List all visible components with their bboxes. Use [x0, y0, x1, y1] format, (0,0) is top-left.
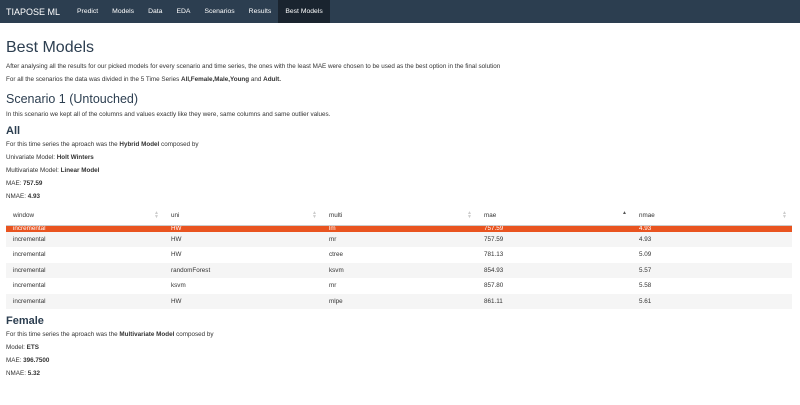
- cell-mae: 857.80: [484, 282, 504, 290]
- table-row[interactable]: incremental randomForest ksvm 854.93 5.5…: [6, 262, 792, 278]
- column-header-uni[interactable]: uni ▲ ▼: [164, 206, 322, 226]
- nmae-value: 4.93: [27, 193, 40, 200]
- results-table: window ▲ ▼ uni ▲ ▼ multi ▲ ▼ mae ▲ nmae ▲ ▼ incre…: [6, 206, 792, 309]
- table-row[interactable]: incremental HW mr 757.59 4.93: [6, 231, 792, 247]
- scenario1-title: Scenario 1 (Untouched): [6, 92, 139, 106]
- main-content: Best Models After analysing all the resu…: [0, 39, 800, 378]
- series-names: All,Female,Male,Young: [181, 76, 250, 83]
- nav-item-models[interactable]: Models: [105, 0, 141, 23]
- model-value: ETS: [26, 344, 39, 351]
- female-mae: MAE: 396.7500: [6, 357, 794, 365]
- all-approach-model: Hybrid Model: [119, 141, 160, 148]
- female-title: Female: [6, 315, 44, 327]
- column-header-nmae[interactable]: nmae ▲ ▼: [632, 206, 792, 226]
- cell-window: incremental: [13, 282, 46, 290]
- column-header-mae[interactable]: mae ▲: [477, 206, 632, 226]
- column-header-window[interactable]: window ▲ ▼: [6, 206, 164, 226]
- model-label: Model:: [6, 344, 27, 351]
- all-univariate: Univariate Model: Holt Winters: [6, 154, 794, 162]
- cell-uni: randomForest: [164, 262, 322, 278]
- female-nmae: NMAE: 5.32: [6, 370, 794, 378]
- cell-multi: ksvm: [322, 262, 477, 278]
- sort-icon: ▲ ▼: [467, 210, 472, 220]
- cell-nmae: 5.57: [632, 262, 792, 278]
- cell-uni: HW: [164, 231, 322, 247]
- cell-uni: HW: [171, 251, 182, 259]
- series-intro-prefix: For all the scenarios the data was divid…: [6, 76, 182, 83]
- page-title: Best Models: [6, 39, 95, 56]
- female-approach-model: Multivariate Model: [119, 331, 175, 338]
- cell-window: incremental: [13, 251, 46, 259]
- cell-nmae: 5.58: [639, 282, 652, 290]
- cell-multi: ctree: [329, 251, 343, 259]
- mae-value: 396.7500: [23, 357, 50, 364]
- all-approach: For this time series the aproach was the…: [6, 141, 794, 149]
- navbar: TIAPOSE ML Predict Models Data EDA Scena…: [0, 0, 800, 23]
- nav-item-scenarios[interactable]: Scenarios: [197, 0, 241, 23]
- cell-nmae: 4.93: [632, 231, 792, 247]
- cell-window: incremental: [6, 293, 164, 309]
- cell-mae: 781.13: [484, 251, 504, 259]
- cell-multi: mr: [322, 231, 477, 247]
- nav-item-predict[interactable]: Predict: [70, 0, 105, 23]
- univariate-label: Univariate Model:: [6, 154, 57, 161]
- nmae-value: 5.32: [27, 370, 40, 377]
- cell-mae: 757.59: [477, 231, 632, 247]
- all-mae: MAE: 757.59: [6, 180, 794, 188]
- series-last: Adult.: [263, 76, 281, 83]
- mae-value: 757.59: [23, 180, 43, 187]
- univariate-value: Holt Winters: [56, 154, 94, 161]
- brand[interactable]: TIAPOSE ML: [0, 7, 70, 17]
- all-nmae: NMAE: 4.93: [6, 193, 794, 201]
- cell-multi: mlpe: [322, 293, 477, 309]
- multivariate-value: Linear Model: [60, 167, 100, 174]
- cell-uni: ksvm: [171, 282, 186, 290]
- sort-icon: ▲ ▼: [312, 210, 317, 220]
- cell-multi: mr: [329, 282, 337, 290]
- all-multivariate: Multivariate Model: Linear Model: [6, 167, 794, 175]
- column-header-multi[interactable]: multi ▲ ▼: [322, 206, 477, 226]
- sort-icon: ▲ ▼: [154, 210, 159, 220]
- female-approach-prefix: For this time series the aproach was the: [6, 331, 120, 338]
- cell-window: incremental: [6, 231, 164, 247]
- table-row[interactable]: incremental HW mlpe 861.11 5.61: [6, 293, 792, 309]
- all-title: All: [6, 125, 21, 137]
- sort-ascending-icon: ▲: [622, 210, 627, 216]
- female-model: Model: ETS: [6, 344, 794, 352]
- series-intro: For all the scenarios the data was divid…: [6, 76, 794, 84]
- nav-item-results[interactable]: Results: [242, 0, 279, 23]
- all-approach-prefix: For this time series the aproach was the: [6, 141, 120, 148]
- nmae-label: NMAE:: [6, 193, 28, 200]
- nav-item-data[interactable]: Data: [141, 0, 169, 23]
- cell-mae: 854.93: [477, 262, 632, 278]
- table-row[interactable]: incremental ksvm mr 857.80 5.58: [6, 278, 792, 294]
- series-and: and: [249, 76, 264, 83]
- page-intro: After analysing all the results for our …: [6, 63, 501, 70]
- cell-window: incremental: [6, 262, 164, 278]
- sort-icon: ▲ ▼: [782, 210, 787, 220]
- female-approach: For this time series the aproach was the…: [6, 331, 794, 339]
- multivariate-label: Multivariate Model:: [6, 167, 61, 174]
- mae-label: MAE:: [6, 180, 24, 187]
- cell-uni: HW: [164, 293, 322, 309]
- nav-item-best-models[interactable]: Best Models: [278, 0, 330, 23]
- table-header-row: window ▲ ▼ uni ▲ ▼ multi ▲ ▼ mae ▲ nmae ▲ ▼: [6, 206, 792, 226]
- female-approach-suffix: composed by: [174, 331, 214, 338]
- all-approach-suffix: composed by: [159, 141, 199, 148]
- cell-nmae: 5.09: [639, 251, 652, 259]
- cell-nmae: 5.61: [632, 293, 792, 309]
- nav-item-eda[interactable]: EDA: [169, 0, 197, 23]
- scenario1-description: In this scenario we kept all of the colu…: [6, 111, 331, 118]
- mae-label: MAE:: [6, 357, 24, 364]
- table-row[interactable]: incremental HW ctree 781.13 5.09: [6, 247, 792, 263]
- nmae-label: NMAE:: [6, 370, 28, 377]
- cell-mae: 861.11: [477, 293, 632, 309]
